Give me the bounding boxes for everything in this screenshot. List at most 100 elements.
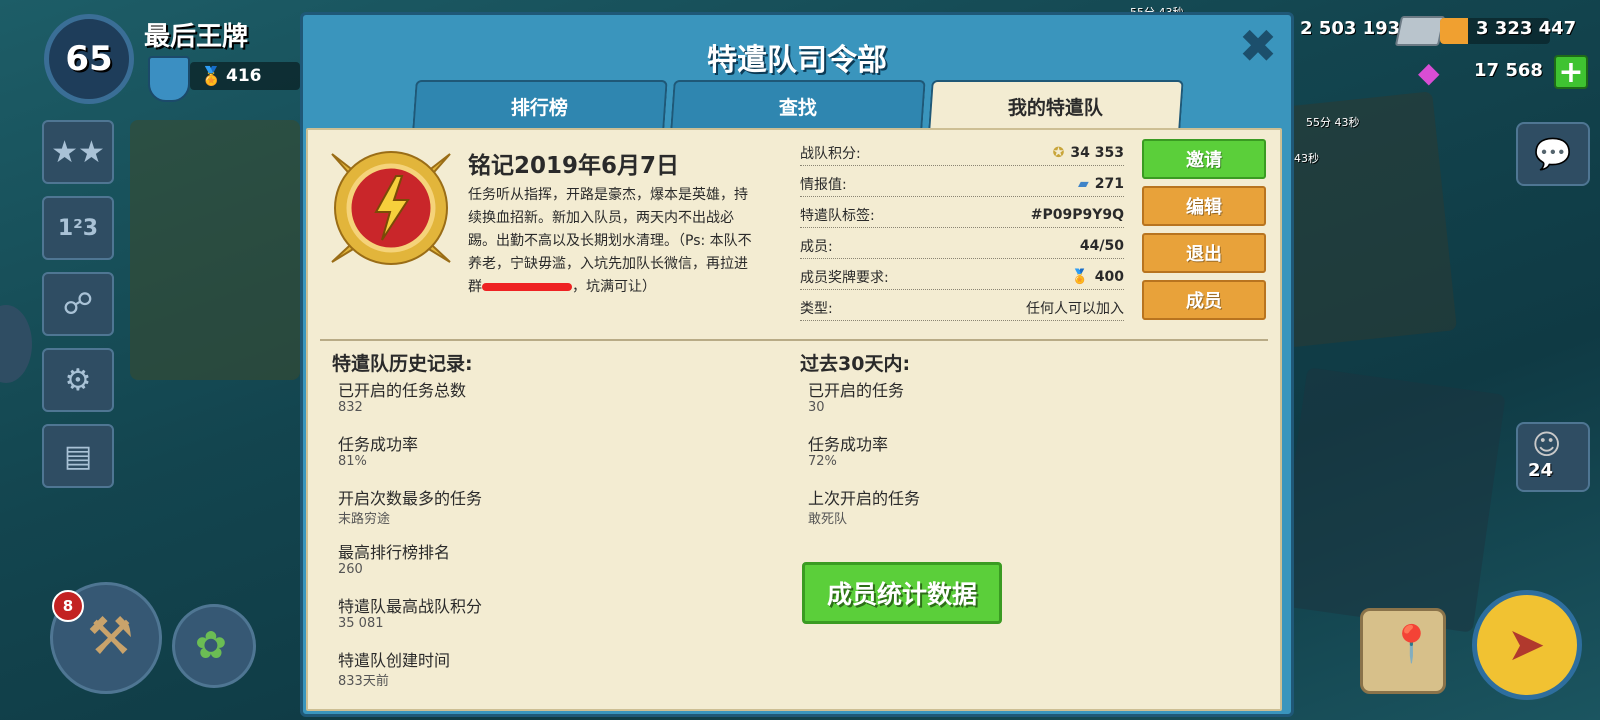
timer-2: 55分 43秒 bbox=[1306, 116, 1360, 129]
history-value: 81% bbox=[338, 454, 367, 469]
history-title: 特遣队历史记录: bbox=[332, 353, 473, 375]
plus-icon: + bbox=[1558, 54, 1584, 90]
history-value: 832 bbox=[338, 400, 363, 415]
stat-row-score: 战队积分: ✪ 34 353 bbox=[800, 141, 1124, 166]
tab-search[interactable]: 查找 bbox=[670, 80, 926, 130]
tab-my-taskforce[interactable]: 我的特遣队 bbox=[928, 80, 1184, 130]
last30-title: 过去30天内: bbox=[800, 353, 911, 375]
stat-row-medal-req: 成员奖牌要求: 🏅 400 bbox=[800, 265, 1124, 290]
stat-label: 情报值: bbox=[800, 177, 847, 193]
history-label: 特遣队创建时间 bbox=[338, 651, 451, 670]
player-level: 65 bbox=[65, 39, 113, 79]
star-menu-button[interactable]: ★★ bbox=[42, 120, 114, 184]
description-end: ，坑满可让） bbox=[572, 279, 656, 295]
add-diamonds-button[interactable]: + bbox=[1554, 54, 1588, 90]
invite-button[interactable]: 邀请 bbox=[1142, 139, 1266, 179]
stat-value: 任何人可以加入 bbox=[1026, 301, 1124, 317]
diamond-amount: 17 568 bbox=[1474, 60, 1543, 81]
base-terrain bbox=[130, 120, 300, 380]
history-label: 开启次数最多的任务 bbox=[338, 489, 483, 508]
treasure-icon: ✿ bbox=[195, 623, 227, 667]
last30-label: 上次开启的任务 bbox=[808, 489, 921, 508]
people-icon: ☍ bbox=[62, 286, 94, 322]
members-button[interactable]: 成员 bbox=[1142, 280, 1266, 320]
steel-icon bbox=[1394, 16, 1446, 46]
tab-label: 排行榜 bbox=[511, 96, 569, 119]
stat-value: #P09P9Y9Q bbox=[1030, 207, 1124, 223]
chat-button[interactable]: 💬 bbox=[1516, 122, 1590, 186]
builder-count-badge: 8 bbox=[52, 590, 84, 622]
soldiers-icon: ☺ bbox=[1532, 428, 1562, 461]
steel-amount: 3 323 447 bbox=[1476, 18, 1577, 39]
stat-value: 34 353 bbox=[1070, 145, 1124, 161]
stat-row-intel: 情报值: ▰ 271 bbox=[800, 172, 1124, 197]
leave-label: 退出 bbox=[1186, 244, 1222, 265]
stat-value: 400 bbox=[1094, 269, 1124, 285]
map-button[interactable]: 📍 bbox=[1360, 608, 1446, 694]
last30-label: 任务成功率 bbox=[808, 435, 889, 454]
settings-button[interactable]: ⚙ bbox=[42, 348, 114, 412]
taskforce-name: 铭记2019年6月7日 bbox=[468, 153, 680, 179]
compass-icon: ➤ bbox=[1507, 617, 1546, 671]
taskforce-description: 任务听从指挥，开路是豪杰，爆本是英雄，持续换血招新。新加入队员，两天内不出战必踢… bbox=[468, 184, 758, 299]
newspaper-icon: ▤ bbox=[63, 438, 93, 474]
troop-count: 24 bbox=[1528, 460, 1554, 481]
medal-icon: 🏅 bbox=[200, 65, 223, 87]
history-label: 任务成功率 bbox=[338, 435, 419, 454]
member-stats-button[interactable]: 成员统计数据 bbox=[802, 562, 1002, 624]
stat-value: 271 bbox=[1094, 176, 1124, 192]
map-edge-icon[interactable] bbox=[0, 305, 32, 383]
compass-button[interactable]: ➤ bbox=[1472, 590, 1582, 700]
history-label: 特遣队最高战队积分 bbox=[338, 597, 483, 616]
leave-button[interactable]: 退出 bbox=[1142, 233, 1266, 273]
taskforce-badge-icon[interactable] bbox=[148, 56, 190, 102]
stat-label: 类型: bbox=[800, 301, 833, 317]
player-level-badge[interactable]: 65 bbox=[44, 14, 134, 104]
last30-value: 72% bbox=[808, 454, 837, 469]
treasure-button[interactable]: ✿ bbox=[172, 604, 256, 688]
redaction-mark bbox=[482, 283, 572, 291]
emblem-icon: ✪ bbox=[1052, 145, 1065, 161]
tab-leaderboard[interactable]: 排行榜 bbox=[412, 80, 668, 130]
troops-button[interactable]: ☺ 24 bbox=[1516, 422, 1590, 492]
timer-3: 43秒 bbox=[1294, 152, 1319, 165]
history-value: 末路穷途 bbox=[338, 512, 391, 527]
close-button[interactable]: ✖ bbox=[1236, 23, 1280, 69]
steel-fill bbox=[1440, 18, 1468, 44]
dock-terrain bbox=[1274, 367, 1506, 633]
history-value: 833天前 bbox=[338, 674, 389, 689]
history-value: 260 bbox=[338, 562, 363, 577]
leaderboard-button[interactable]: 1²3 bbox=[42, 196, 114, 260]
edit-button[interactable]: 编辑 bbox=[1142, 186, 1266, 226]
intel-icon: ▰ bbox=[1077, 176, 1089, 192]
invite-label: 邀请 bbox=[1186, 150, 1222, 171]
hammer-icon: ⚒ bbox=[87, 607, 134, 667]
stat-label: 成员: bbox=[800, 239, 833, 255]
stat-label: 战队积分: bbox=[800, 146, 861, 162]
builder-count: 8 bbox=[62, 597, 74, 615]
stat-row-tag: 特遣队标签: #P09P9Y9Q bbox=[800, 203, 1124, 228]
members-label: 成员 bbox=[1186, 291, 1222, 312]
stars-icon: ★★ bbox=[51, 134, 105, 170]
last30-value: 30 bbox=[808, 400, 825, 415]
edit-label: 编辑 bbox=[1186, 197, 1222, 218]
stat-row-members: 成员: 44/50 bbox=[800, 234, 1124, 259]
chat-bubble-icon: 💬 bbox=[1534, 136, 1572, 172]
map-pin-icon: 📍 bbox=[1389, 624, 1434, 665]
player-medals: 🏅 416 bbox=[190, 62, 300, 90]
stat-label: 成员奖牌要求: bbox=[800, 270, 889, 286]
player-medals-value: 416 bbox=[226, 66, 262, 86]
tab-label: 查找 bbox=[778, 96, 817, 119]
podium-icon: 1²3 bbox=[57, 215, 99, 241]
news-button[interactable]: ▤ bbox=[42, 424, 114, 488]
section-divider bbox=[320, 339, 1268, 341]
gold-amount: 2 503 193 bbox=[1300, 18, 1401, 39]
member-stats-label: 成员统计数据 bbox=[826, 580, 977, 609]
gear-icon: ⚙ bbox=[64, 362, 92, 398]
player-name: 最后王牌 bbox=[144, 22, 249, 52]
medal-icon: 🏅 bbox=[1071, 269, 1089, 285]
tab-label: 我的特遣队 bbox=[1008, 96, 1104, 119]
social-button[interactable]: ☍ bbox=[42, 272, 114, 336]
dialog-title: 特遣队司令部 bbox=[707, 43, 887, 78]
stat-value: 44/50 bbox=[1079, 238, 1124, 254]
